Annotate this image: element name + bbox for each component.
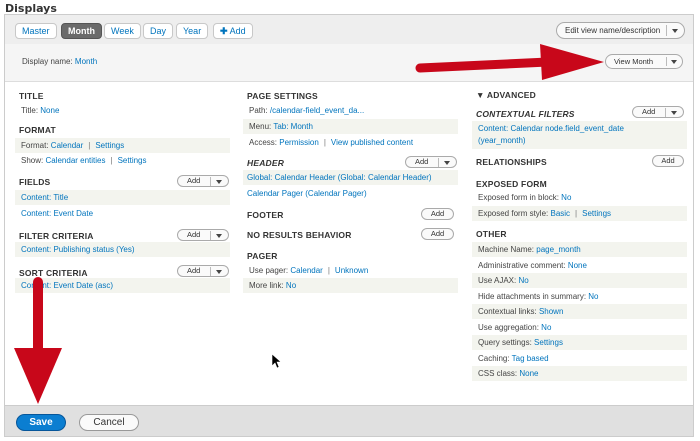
arrow-to-view-month [415, 44, 604, 80]
arrow-to-save [14, 277, 62, 404]
annotation-arrows [14, 44, 604, 404]
cursor-icon [271, 353, 282, 369]
